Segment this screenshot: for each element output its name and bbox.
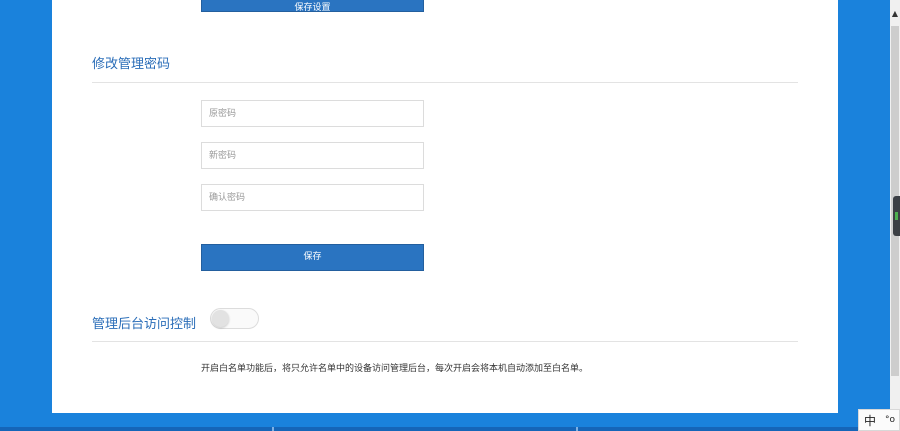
ime-toolbar[interactable]: 中 °o [858, 409, 900, 431]
confirm-password-input[interactable] [201, 184, 424, 211]
ime-language-indicator[interactable]: 中 [859, 412, 881, 429]
previous-save-button[interactable]: 保存设置 [201, 0, 424, 12]
side-panel-tab[interactable] [893, 196, 900, 236]
access-section-divider [92, 341, 798, 342]
access-control-title: 管理后台访问控制 [92, 317, 197, 332]
scroll-up-arrow-icon[interactable]: ▲ [890, 8, 900, 20]
bottom-strip [0, 427, 858, 431]
save-password-button[interactable]: 保存 [201, 244, 424, 271]
access-control-toggle[interactable] [210, 308, 259, 329]
password-section-title: 修改管理密码 [92, 57, 171, 72]
old-password-input[interactable] [201, 100, 424, 127]
new-password-input[interactable] [201, 142, 424, 169]
side-tab-indicator-icon [895, 212, 898, 220]
bottom-tick [272, 427, 274, 431]
whitelist-help-text: 开启白名单功能后，将只允许名单中的设备访问管理后台，每次开启会将本机自动添加至白… [201, 364, 589, 374]
settings-panel: 保存设置 修改管理密码 保存 管理后台访问控制 开启白名单功能后，将只允许名单中… [52, 0, 838, 413]
toggle-knob [212, 310, 229, 327]
password-section-divider [92, 82, 798, 83]
bottom-tick [576, 427, 578, 431]
ime-punctuation-icon[interactable]: °o [881, 415, 899, 425]
